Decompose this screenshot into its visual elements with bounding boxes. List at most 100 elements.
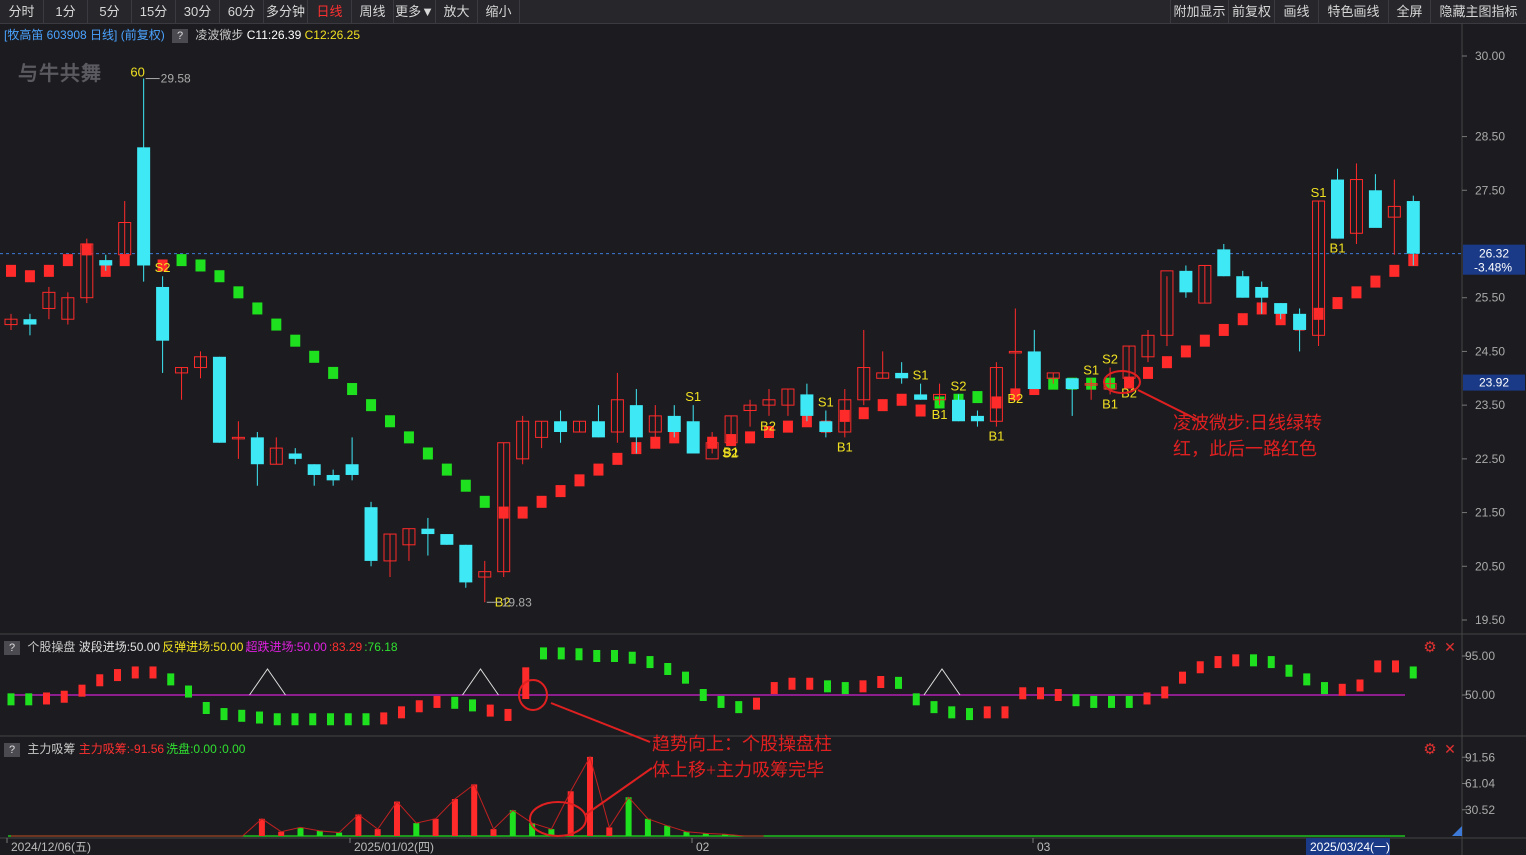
tool-button-1[interactable]: 前复权 (1228, 0, 1275, 23)
last-price-label: 26.32 (1479, 247, 1509, 261)
p2-bar (149, 666, 157, 679)
close-icon: ✕ (1444, 741, 1456, 757)
p3-line (11, 755, 764, 837)
annotation-lingbo-line2: 红，此后一路红色 (1173, 439, 1317, 459)
signal-mark (1161, 356, 1172, 369)
indicator-name[interactable]: 凌波微步 (195, 28, 243, 42)
signal-mark (688, 426, 699, 438)
signal-mark (726, 434, 737, 447)
candle-body (1160, 270, 1174, 336)
legend-item: 波段进场:50.00 (78, 640, 161, 654)
signal-mark (574, 474, 585, 487)
signal-mark (801, 415, 812, 428)
x-tick-label: 02 (696, 840, 710, 854)
tool-button-3[interactable]: 特色画线 (1318, 0, 1389, 23)
legend-item: 超跌进场:50.00 (245, 640, 327, 654)
p2-bar (185, 685, 192, 698)
p2-bar (664, 663, 672, 675)
signal-mark (62, 254, 73, 267)
candle-body (762, 399, 776, 406)
period-tab-11[interactable]: 缩小 (478, 0, 520, 23)
p2-bar (1019, 687, 1027, 700)
candle-body (497, 442, 511, 573)
p2-bar (1054, 689, 1062, 701)
panel3-help-icon[interactable]: ? (4, 742, 20, 757)
p2-bar (611, 650, 618, 662)
p3-bar (451, 799, 458, 836)
p2-bar (380, 712, 388, 725)
stock-title[interactable]: [牧高笛 603908 日线] (前复权) (4, 28, 165, 42)
signal-mark (347, 383, 358, 396)
p2-bar (1285, 664, 1293, 677)
signal-label-B1: B1 (837, 439, 853, 454)
candle-body (838, 399, 852, 433)
period-tab-3[interactable]: 15分 (132, 0, 176, 23)
signal-mark (631, 442, 642, 455)
p2-bar (770, 682, 778, 695)
legend-item: :0.00 (218, 742, 246, 756)
p2-bar (486, 704, 494, 717)
y-tick-label: 30.00 (1475, 49, 1505, 63)
signal-label-B1: B1 (723, 445, 739, 460)
p2-bar (1250, 654, 1257, 667)
panel2-help-icon[interactable]: ? (4, 640, 20, 655)
period-tab-9[interactable]: 更多▼ (394, 0, 436, 23)
signal-mark (290, 334, 301, 347)
period-tab-7[interactable]: 日线 (308, 0, 352, 23)
help-icon[interactable]: ? (172, 28, 189, 43)
signal-mark (498, 506, 509, 519)
annotation-trend-line2: 体上移+主力吸筹完毕 (652, 760, 825, 780)
y-tick-label: 95.00 (1465, 649, 1495, 663)
p2-bar (753, 697, 760, 710)
p2-bar (735, 701, 743, 714)
candle-body (1387, 205, 1401, 218)
y-tick-label: 21.50 (1475, 506, 1505, 520)
annotation-lingbo: 凌波微步:日线绿转 红，此后一路红色 (1173, 410, 1322, 462)
period-tab-5[interactable]: 60分 (220, 0, 264, 23)
y-tick-label: 19.50 (1475, 613, 1505, 627)
p3-bar (548, 829, 555, 836)
signal-mark (328, 366, 339, 379)
signal-mark (991, 396, 1002, 409)
candle-body (1331, 179, 1344, 239)
signal-mark (1370, 275, 1381, 288)
tool-button-4[interactable]: 全屏 (1388, 0, 1431, 23)
candle-body (1312, 200, 1326, 336)
candle-body (478, 571, 492, 578)
p2-bar (1392, 660, 1399, 673)
signal-mark (555, 485, 566, 498)
p2-bar (806, 677, 814, 690)
signal-mark (479, 495, 490, 508)
period-tab-6[interactable]: 多分钟 (264, 0, 308, 23)
marker-price-label: 23.92 (1479, 376, 1509, 390)
highlight-ellipse (1103, 370, 1141, 394)
y-tick-label: 25.50 (1475, 291, 1505, 305)
p2-bar (43, 692, 50, 705)
p2-bar (131, 666, 139, 679)
period-tab-0[interactable]: 分时 (0, 0, 44, 23)
tool-button-0[interactable]: 附加显示 (1170, 0, 1229, 23)
signal-label-B2: B2 (1007, 391, 1023, 406)
candle-body (402, 528, 416, 546)
period-tab-1[interactable]: 1分 (44, 0, 88, 23)
period-tab-10[interactable]: 放大 (436, 0, 478, 23)
signal-mark (1010, 388, 1021, 401)
period-tab-8[interactable]: 周线 (352, 0, 394, 23)
signal-mark (1067, 377, 1078, 390)
period-tab-4[interactable]: 30分 (176, 0, 220, 23)
low-label: 19.83 (502, 595, 532, 609)
close-icon: ✕ (1444, 639, 1456, 655)
candle-body (516, 420, 530, 460)
p3-bar (529, 823, 536, 836)
p2-bar (309, 713, 317, 726)
signal-label-S1: S1 (685, 389, 701, 404)
annotation-pointer (584, 767, 653, 816)
tool-button-2[interactable]: 画线 (1274, 0, 1319, 23)
annotation-pointer (550, 702, 651, 743)
tool-button-5[interactable]: 隐藏主图指标 (1430, 0, 1526, 23)
p2-bar (202, 702, 210, 714)
period-tab-2[interactable]: 5分 (88, 0, 132, 23)
candle-body (307, 464, 321, 475)
y-tick-label: 30.52 (1465, 803, 1495, 817)
signal-mark (1237, 313, 1248, 326)
